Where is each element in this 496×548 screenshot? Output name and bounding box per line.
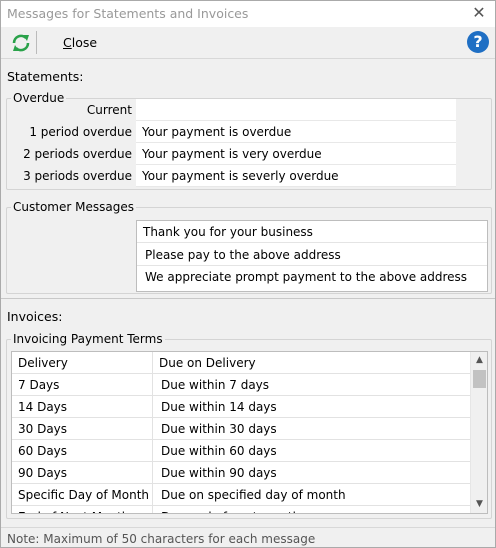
message-cell[interactable]: Due within 90 days xyxy=(153,462,470,484)
toolbar: Close ? xyxy=(1,27,495,59)
payment-terms-title: Invoicing Payment Terms xyxy=(11,332,165,346)
section-divider xyxy=(1,298,495,299)
overdue-message-field[interactable]: Your payment is overdue xyxy=(136,121,456,143)
scroll-down-icon[interactable]: ▼ xyxy=(471,496,487,513)
customer-messages-title: Customer Messages xyxy=(11,200,136,214)
term-cell[interactable]: End of Next Month xyxy=(12,506,153,513)
table-row[interactable]: 90 Days Due within 90 days xyxy=(12,462,470,484)
customer-message-item[interactable]: We appreciate prompt payment to the abov… xyxy=(137,266,487,288)
overdue-message-field[interactable]: Your payment is very overdue xyxy=(136,143,456,165)
table-row[interactable]: Delivery Due on Delivery xyxy=(12,352,470,374)
message-cell[interactable]: Due within 14 days xyxy=(153,396,470,418)
term-cell[interactable]: 90 Days xyxy=(12,462,153,484)
overdue-row-label: 1 period overdue xyxy=(29,125,132,139)
overdue-row-label: 2 periods overdue xyxy=(23,147,132,161)
overdue-row: 1 period overdue Your payment is overdue xyxy=(1,121,461,143)
customer-message-item[interactable]: Please pay to the above address xyxy=(137,244,487,266)
scroll-thumb[interactable] xyxy=(473,370,486,388)
overdue-row-label: 3 periods overdue xyxy=(23,169,132,183)
invoices-label: Invoices: xyxy=(7,309,63,324)
term-cell[interactable]: 60 Days xyxy=(12,440,153,462)
payment-terms-table: Delivery Due on Delivery 7 Days Due with… xyxy=(11,351,488,514)
overdue-row: 3 periods overdue Your payment is severl… xyxy=(1,165,461,187)
message-cell[interactable]: Due on specified day of month xyxy=(153,484,470,506)
message-cell[interactable]: Due within 7 days xyxy=(153,374,470,396)
window-title: Messages for Statements and Invoices xyxy=(7,6,249,21)
overdue-message-field[interactable] xyxy=(136,99,456,121)
scroll-up-icon[interactable]: ▲ xyxy=(471,352,487,369)
close-icon[interactable]: ✕ xyxy=(471,4,487,22)
message-cell[interactable]: Due within 60 days xyxy=(153,440,470,462)
table-row[interactable]: Specific Day of Month Due on specified d… xyxy=(12,484,470,506)
overdue-table: Current 1 period overdue Your payment is… xyxy=(1,99,461,187)
message-cell[interactable]: Due within 30 days xyxy=(153,418,470,440)
overdue-row-label: Current xyxy=(86,103,132,117)
table-row[interactable]: 60 Days Due within 60 days xyxy=(12,440,470,462)
statements-label: Statements: xyxy=(7,69,84,84)
term-cell[interactable]: 14 Days xyxy=(12,396,153,418)
overdue-row: 2 periods overdue Your payment is very o… xyxy=(1,143,461,165)
close-accesskey: C xyxy=(63,35,72,50)
term-cell[interactable]: Specific Day of Month xyxy=(12,484,153,506)
term-cell[interactable]: Delivery xyxy=(12,352,153,374)
table-row[interactable]: 7 Days Due within 7 days xyxy=(12,374,470,396)
customer-message-item[interactable]: Thank you for your business xyxy=(137,221,487,243)
message-cell[interactable]: Due on Delivery xyxy=(153,352,470,374)
dialog-window: Messages for Statements and Invoices ✕ C… xyxy=(0,0,496,548)
close-button[interactable]: Close xyxy=(63,35,97,50)
title-bar: Messages for Statements and Invoices ✕ xyxy=(1,1,495,27)
status-note: Note: Maximum of 50 characters for each … xyxy=(1,527,495,547)
term-cell[interactable]: 30 Days xyxy=(12,418,153,440)
message-cell[interactable]: Due end of next month xyxy=(153,506,470,513)
toolbar-separator xyxy=(36,31,37,54)
table-row[interactable]: 14 Days Due within 14 days xyxy=(12,396,470,418)
refresh-icon[interactable] xyxy=(10,32,32,54)
help-icon[interactable]: ? xyxy=(467,31,489,53)
overdue-message-field[interactable]: Your payment is severly overdue xyxy=(136,165,456,187)
customer-messages-list: Thank you for your business Please pay t… xyxy=(136,220,488,292)
overdue-row: Current xyxy=(1,99,461,121)
table-row[interactable]: End of Next Month Due end of next month xyxy=(12,506,470,513)
term-cell[interactable]: 7 Days xyxy=(12,374,153,396)
vertical-scrollbar[interactable]: ▲ ▼ xyxy=(470,352,487,513)
table-row[interactable]: 30 Days Due within 30 days xyxy=(12,418,470,440)
